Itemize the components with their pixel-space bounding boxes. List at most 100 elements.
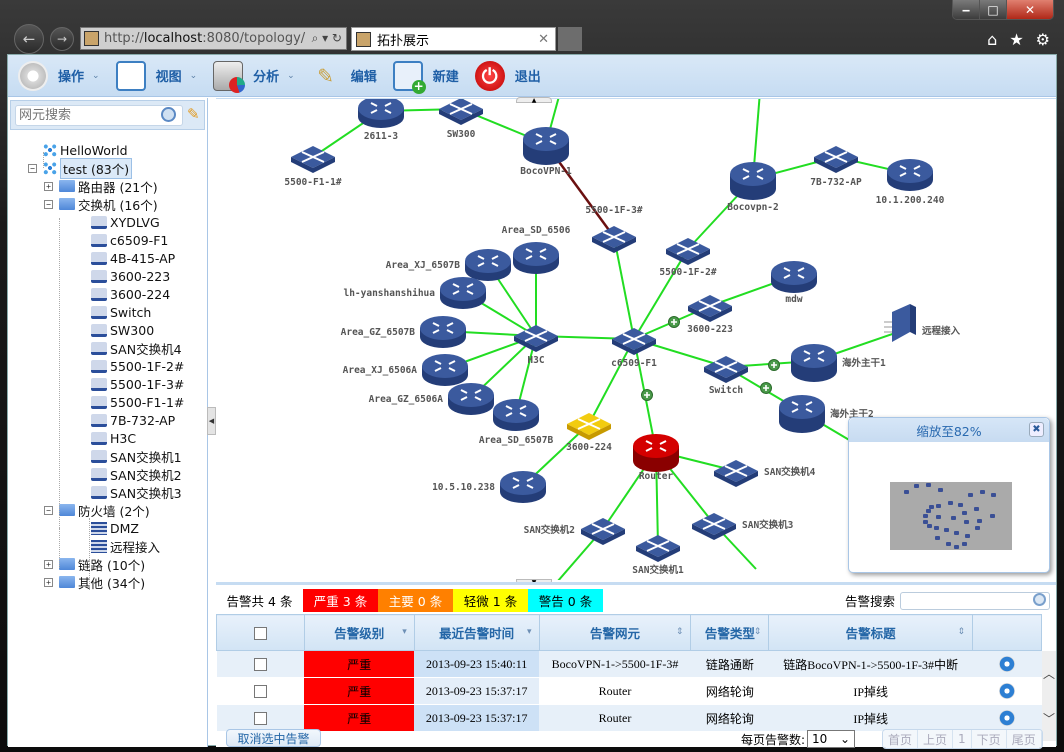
- tree-node[interactable]: 5500-F1-1#: [91, 393, 184, 411]
- maximize-button[interactable]: □: [980, 0, 1007, 19]
- forward-button[interactable]: →: [50, 27, 74, 51]
- minimize-button[interactable]: ‒: [953, 0, 980, 19]
- tree-node[interactable]: 7B-732-AP: [91, 411, 175, 429]
- toolbar-view-button[interactable]: 视图 ⌄: [115, 60, 197, 91]
- scroll-down-icon[interactable]: ﹀: [1043, 710, 1055, 727]
- home-icon[interactable]: ⌂: [987, 30, 997, 49]
- tree-node[interactable]: SAN交换机2: [91, 465, 182, 483]
- alarm-scrollbar[interactable]: ︿ ﹀: [1042, 651, 1056, 741]
- tree-node[interactable]: 远程接入: [91, 537, 160, 555]
- tree-node[interactable]: SAN交换机1: [91, 447, 182, 465]
- tree-node[interactable]: + 路由器 (21个): [44, 177, 158, 195]
- tree-node[interactable]: Switch: [91, 303, 151, 321]
- topology-node-switch[interactable]: [581, 518, 625, 545]
- topology-link[interactable]: [633, 248, 689, 340]
- collapse-sidebar-handle[interactable]: ◀: [207, 407, 216, 435]
- link-expand-icon[interactable]: [768, 359, 780, 371]
- topology-node-router[interactable]: [420, 316, 466, 348]
- select-all-checkbox[interactable]: [253, 627, 267, 640]
- topology-node-switch[interactable]: [688, 295, 732, 322]
- expand-icon[interactable]: +: [44, 559, 53, 569]
- element-search-input[interactable]: [15, 105, 183, 126]
- topology-node-router[interactable]: [771, 261, 817, 293]
- topology-node-switch[interactable]: [592, 226, 636, 253]
- topology-node-core[interactable]: [791, 344, 837, 382]
- toolbar-analyze-button[interactable]: 分析 ⌄: [213, 60, 295, 93]
- link-expand-icon[interactable]: [668, 316, 680, 328]
- topology-node-router[interactable]: [513, 242, 559, 274]
- topology-link[interactable]: [613, 236, 635, 340]
- tree-node[interactable]: SAN交换机3: [91, 483, 182, 501]
- alarm-row[interactable]: 严重 2013-09-23 15:37:17 Router 网络轮询 IP掉线: [216, 677, 1042, 705]
- next-page-button[interactable]: 下页: [971, 730, 1007, 748]
- collapse-icon[interactable]: −: [44, 199, 53, 209]
- row-checkbox[interactable]: [253, 658, 267, 672]
- link-expand-icon[interactable]: [641, 389, 653, 401]
- collapse-icon[interactable]: −: [28, 163, 37, 173]
- tree-node[interactable]: H3C: [91, 429, 136, 447]
- toolbar-edit-button[interactable]: ✎ 编辑: [311, 61, 376, 91]
- tree-node[interactable]: 5500-1F-2#: [91, 357, 184, 375]
- topology-node-switch[interactable]: [666, 238, 710, 265]
- tree-node[interactable]: DMZ: [91, 519, 139, 537]
- topology-node-core[interactable]: [730, 162, 776, 200]
- tree-node[interactable]: SAN交换机4: [91, 339, 182, 357]
- topology-node-router[interactable]: [358, 99, 404, 128]
- tree-node[interactable]: HelloWorld: [43, 141, 128, 159]
- row-checkbox[interactable]: [253, 712, 267, 726]
- collapse-icon[interactable]: −: [44, 505, 53, 515]
- prev-page-button[interactable]: 上页: [918, 730, 954, 748]
- col-level[interactable]: 告警级别 ▾: [303, 614, 415, 651]
- alarm-critical-count[interactable]: 严重 3 条: [303, 589, 378, 612]
- toolbar-exit-button[interactable]: ⏻ 退出: [474, 60, 541, 91]
- col-title[interactable]: 告警标题 ⇕: [768, 614, 974, 651]
- collapse-up-handle[interactable]: ▲: [516, 97, 552, 104]
- topology-node-router[interactable]: [440, 277, 486, 309]
- close-icon[interactable]: ✖: [1029, 422, 1044, 437]
- alarm-minor-count[interactable]: 轻微 1 条: [453, 589, 528, 612]
- overview-map[interactable]: [871, 446, 1027, 570]
- topology-node-switch[interactable]: [704, 356, 748, 383]
- expand-detail-icon[interactable]: [999, 710, 1016, 727]
- col-time[interactable]: 最近告警时间 ▾: [413, 614, 540, 651]
- select-all-header[interactable]: [216, 614, 305, 651]
- topology-node-router[interactable]: [422, 354, 468, 386]
- topology-node-router[interactable]: [493, 399, 539, 431]
- topology-node-core[interactable]: [779, 395, 825, 433]
- alarm-major-count[interactable]: 主要 0 条: [378, 589, 453, 612]
- tree-node[interactable]: 3600-224: [91, 285, 170, 303]
- topology-node-switch[interactable]: [714, 460, 758, 487]
- topology-node-switch[interactable]: [692, 513, 736, 540]
- browser-tab[interactable]: 拓扑展示 ✕: [351, 27, 556, 51]
- alarm-warning-count[interactable]: 警告 0 条: [528, 589, 603, 612]
- new-tab-button[interactable]: [558, 27, 582, 51]
- last-page-button[interactable]: 尾页: [1006, 730, 1042, 748]
- topology-node-router[interactable]: [500, 471, 546, 503]
- topology-node-switch-warn[interactable]: [567, 413, 611, 440]
- tree-node[interactable]: 4B-415-AP: [91, 249, 175, 267]
- col-element[interactable]: 告警网元 ⇕: [538, 614, 692, 651]
- topology-node-core-alarm[interactable]: [633, 434, 679, 472]
- first-page-button[interactable]: 首页: [883, 730, 919, 748]
- gear-icon[interactable]: ⚙: [1036, 30, 1050, 49]
- alarm-total[interactable]: 告警共 4 条: [216, 589, 303, 612]
- topology-node-router[interactable]: [465, 249, 511, 281]
- scroll-up-icon[interactable]: ︿: [1043, 665, 1055, 682]
- expand-icon[interactable]: +: [44, 577, 53, 587]
- topology-node-firewall[interactable]: [884, 304, 916, 342]
- alarm-row[interactable]: 严重 2013-09-23 15:40:11 BocoVPN-1->5500-1F-…: [216, 650, 1042, 678]
- expand-detail-icon[interactable]: [999, 683, 1016, 700]
- search-icon[interactable]: [161, 107, 176, 122]
- expand-icon[interactable]: +: [44, 181, 53, 191]
- toolbar-new-button[interactable]: 新建: [392, 60, 459, 94]
- address-tools[interactable]: ⌕ ▾ ↻: [312, 31, 342, 46]
- close-window-button[interactable]: ✕: [1007, 0, 1053, 19]
- tree-node[interactable]: XYDLVG: [91, 213, 160, 231]
- row-checkbox[interactable]: [253, 685, 267, 699]
- topology-node-switch[interactable]: [291, 146, 335, 173]
- topology-node-switch[interactable]: [439, 99, 483, 125]
- col-type[interactable]: 告警类型 ⇕: [690, 614, 770, 651]
- tree-node[interactable]: 3600-223: [91, 267, 170, 285]
- cancel-selected-alarms-button[interactable]: 取消选中告警: [226, 729, 321, 747]
- tree-node[interactable]: SW300: [91, 321, 154, 339]
